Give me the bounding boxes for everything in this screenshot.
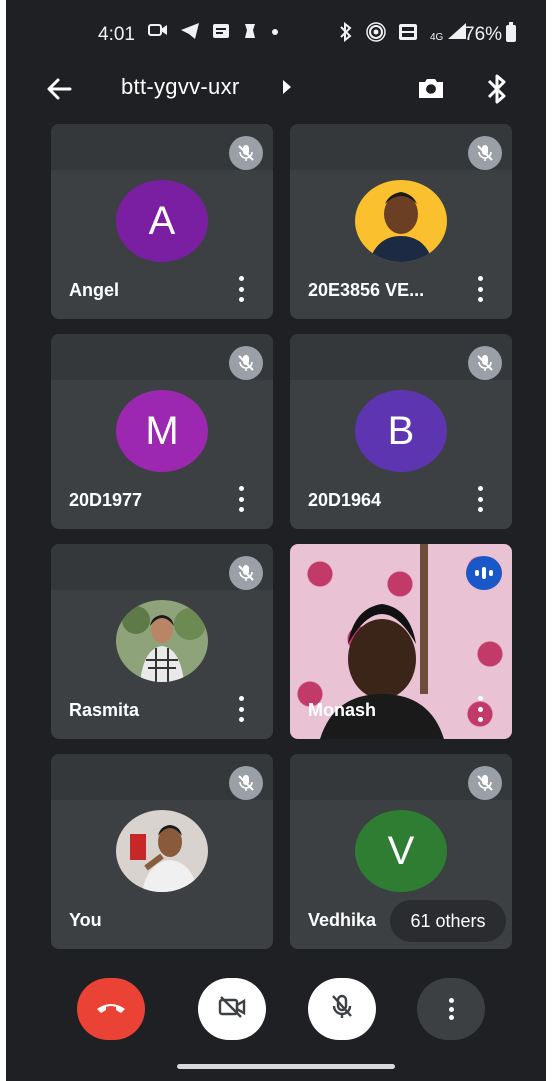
mic-toggle-button[interactable] bbox=[308, 978, 376, 1040]
participant-name: Rasmita bbox=[69, 700, 140, 720]
status-time: 4:01 bbox=[98, 24, 135, 45]
signal-icon: 4G bbox=[430, 22, 468, 47]
app-icon bbox=[242, 22, 258, 45]
avatar-photo bbox=[355, 180, 447, 262]
participant-tile[interactable]: M 20D1977 bbox=[51, 334, 273, 529]
meet-screen: 4:01 4G 76% btt-ygvv-uxr A Angel 20E3856… bbox=[6, 0, 546, 1081]
participant-tile[interactable]: 20E3856 VE... bbox=[290, 124, 512, 319]
notification-icons bbox=[148, 22, 280, 45]
end-call-button[interactable] bbox=[77, 978, 145, 1040]
battery-percent: 76% bbox=[464, 24, 503, 45]
avatar: B bbox=[355, 390, 447, 472]
self-tile[interactable]: You bbox=[51, 754, 273, 949]
mic-off-icon bbox=[329, 993, 355, 1026]
bluetooth-icon bbox=[338, 21, 354, 47]
volte-icon bbox=[398, 22, 418, 47]
mic-off-icon bbox=[229, 136, 263, 170]
participant-video-tile[interactable]: Monash bbox=[290, 544, 512, 739]
participant-name: 20D1964 bbox=[308, 490, 382, 510]
avatar: A bbox=[116, 180, 208, 262]
end-call-icon bbox=[94, 997, 128, 1022]
status-bar: 4:01 4G 76% bbox=[6, 0, 546, 58]
battery-indicator: 76% bbox=[464, 22, 517, 46]
participant-name: Monash bbox=[308, 700, 377, 720]
participant-tile[interactable]: B 20D1964 bbox=[290, 334, 512, 529]
mic-off-icon bbox=[229, 766, 263, 800]
participant-name: You bbox=[69, 910, 102, 930]
switch-camera-icon[interactable] bbox=[414, 72, 448, 106]
avatar-photo bbox=[116, 600, 208, 682]
avatar-photo bbox=[116, 810, 208, 892]
more-vert-icon[interactable] bbox=[237, 486, 245, 512]
speaking-indicator-icon bbox=[466, 556, 502, 590]
bluetooth-audio-icon[interactable] bbox=[484, 72, 510, 106]
participant-name: Angel bbox=[69, 280, 120, 300]
more-options-button[interactable] bbox=[417, 978, 485, 1040]
others-count-button[interactable]: 61 others bbox=[390, 900, 506, 942]
participant-name: Vedhika bbox=[308, 910, 377, 930]
mic-off-icon bbox=[468, 346, 502, 380]
hotspot-icon bbox=[366, 22, 386, 47]
mic-off-icon bbox=[468, 766, 502, 800]
camera-off-icon bbox=[217, 994, 247, 1025]
battery-icon bbox=[506, 22, 517, 42]
telegram-icon bbox=[180, 22, 200, 45]
camera-toggle-button[interactable] bbox=[198, 978, 266, 1040]
mic-off-icon bbox=[229, 346, 263, 380]
network-type: 4G bbox=[430, 32, 444, 43]
caret-right-icon[interactable] bbox=[283, 80, 291, 94]
more-vert-icon[interactable] bbox=[237, 696, 245, 722]
back-arrow-icon[interactable] bbox=[44, 74, 74, 104]
home-indicator[interactable] bbox=[177, 1064, 395, 1069]
more-vert-icon[interactable] bbox=[476, 486, 484, 512]
more-vert-icon[interactable] bbox=[237, 276, 245, 302]
more-vert-icon[interactable] bbox=[476, 696, 484, 722]
system-icons: 4G bbox=[338, 21, 468, 47]
meeting-code[interactable]: btt-ygvv-uxr bbox=[121, 74, 240, 100]
participant-tile[interactable]: A Angel bbox=[51, 124, 273, 319]
meeting-header: btt-ygvv-uxr bbox=[6, 58, 546, 116]
mic-off-icon bbox=[229, 556, 263, 590]
more-vert-icon bbox=[447, 998, 455, 1020]
avatar: M bbox=[116, 390, 208, 472]
participant-name: 20D1977 bbox=[69, 490, 143, 510]
participant-name: 20E3856 VE... bbox=[308, 280, 425, 300]
more-vert-icon[interactable] bbox=[476, 276, 484, 302]
avatar: V bbox=[355, 810, 447, 892]
dot-icon bbox=[270, 22, 280, 45]
message-icon bbox=[212, 22, 230, 45]
mic-off-icon bbox=[468, 136, 502, 170]
video-icon bbox=[148, 22, 168, 45]
participant-tile[interactable]: Rasmita bbox=[51, 544, 273, 739]
